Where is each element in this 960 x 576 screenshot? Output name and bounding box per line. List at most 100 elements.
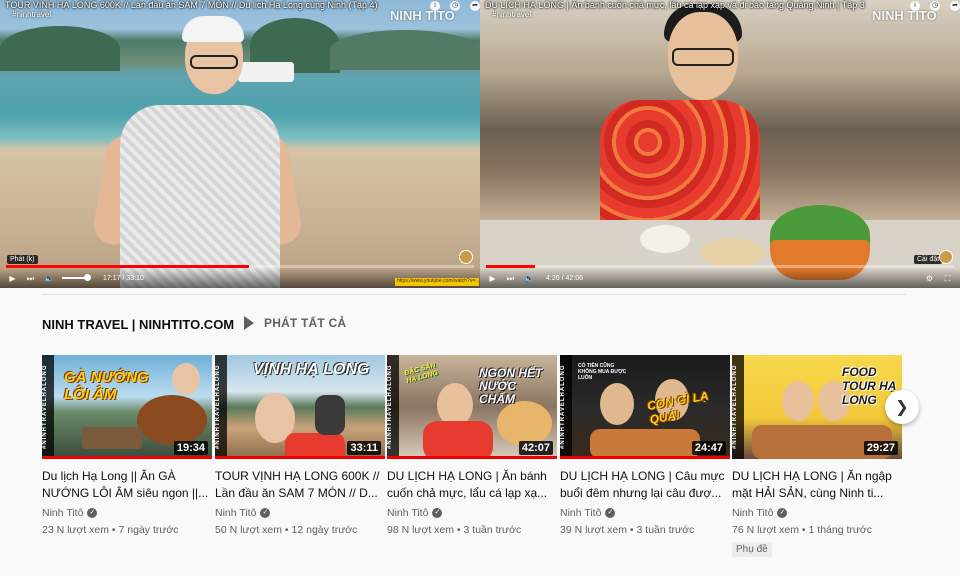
video-channel-tag[interactable]: #ninhtravel	[492, 10, 531, 19]
person-hat	[182, 16, 244, 42]
person	[315, 395, 345, 435]
boats	[82, 427, 142, 449]
video-channel[interactable]: Ninh Titô ✓	[215, 507, 385, 519]
video-title[interactable]: TOUR VỊNH HẠ LONG 600K // Lần đầu ăn SAM…	[215, 468, 385, 502]
verified-icon: ✓	[432, 508, 443, 518]
video-meta: 23 N lượt xem • 7 ngày trước	[42, 524, 179, 536]
play-all-button[interactable]: PHÁT TẤT CẢ	[244, 316, 346, 330]
channel-name[interactable]: Ninh Titô	[560, 507, 601, 519]
video-title[interactable]: Du lịch Hạ Long || Ăn GÀ NƯỚNG LÔI ÂM si…	[42, 468, 212, 502]
person-face	[600, 383, 634, 425]
share-icon[interactable]: ➦	[470, 1, 480, 11]
subtitle-badge: Phụ đề	[732, 542, 772, 557]
channel-name[interactable]: Ninh Titô	[732, 507, 773, 519]
share-icon[interactable]: ➦	[950, 1, 960, 11]
fullscreen-icon[interactable]: ⛶	[943, 274, 952, 283]
time-display: 4:26 / 42:06	[546, 274, 583, 282]
settings-icon[interactable]: ⚙	[925, 274, 934, 283]
video-duration: 24:47	[691, 441, 726, 455]
person-face	[782, 381, 814, 421]
person-shirt	[423, 421, 493, 459]
shelf-title[interactable]: NINH TRAVEL | NINHTITO.COM	[42, 317, 234, 332]
channel-avatar-icon[interactable]	[459, 250, 473, 264]
verified-icon: ✓	[87, 508, 98, 518]
thumbnail-headline: NGON HẾT NƯỚC CHẤM	[479, 366, 543, 406]
video-card[interactable]: FOOD TOUR HẠ LONG #NINHTRAVELHALONG 29:2…	[732, 355, 902, 557]
food-table	[590, 429, 700, 459]
player-top-actions: i ◷ ➦	[430, 1, 480, 11]
volume-icon[interactable]: 🔈	[44, 274, 54, 283]
video-title[interactable]: DU LỊCH HẠ LONG | Ăn bánh cuốn chả mực, …	[485, 0, 865, 10]
thumbnail-side-tag: #NINHTRAVELHALONG	[732, 355, 744, 459]
person-body	[120, 105, 280, 288]
video-thumbnail[interactable]: CON GÌ LẠ QUÁ! CÓ TIỀN CŨNG KHÔNG MUA ĐƯ…	[560, 355, 730, 459]
video-channel[interactable]: Ninh Titô ✓	[387, 507, 557, 519]
video-title[interactable]: DU LỊCH HẠ LONG | Ăn ngập mặt HẢI SẢN, c…	[732, 468, 902, 502]
channel-name[interactable]: Ninh Titô	[215, 507, 256, 519]
play-icon	[244, 316, 254, 330]
video-duration: 29:27	[863, 441, 898, 455]
info-icon[interactable]: i	[910, 1, 920, 11]
watched-progress	[215, 456, 385, 459]
video-player-right[interactable]: DU LỊCH HẠ LONG | Ăn bánh cuốn chả mực, …	[480, 0, 960, 288]
player-controls: ▶ ⏭ 🔈 4:26 / 42:06 ⚙ ⛶	[480, 268, 960, 288]
video-channel-tag[interactable]: #ninhtravel	[12, 10, 51, 19]
video-title[interactable]: DU LỊCH HẠ LONG | Ăn bánh cuốn chả mực, …	[387, 468, 557, 502]
video-meta: 50 N lượt xem • 12 ngày trước	[215, 524, 358, 536]
video-player-left[interactable]: TOUR VỊNH HẠ LONG 600K // Lần đầu ăn SAM…	[0, 0, 480, 288]
bowl	[640, 225, 690, 253]
channel-name[interactable]: Ninh Titô	[42, 507, 83, 519]
watched-progress	[560, 456, 730, 459]
volume-slider[interactable]	[62, 274, 91, 281]
video-channel[interactable]: Ninh Titô ✓	[732, 507, 902, 519]
scenery-mountain	[330, 30, 480, 70]
volume-icon[interactable]: 🔈	[524, 274, 534, 283]
url-overlay: https://www.youtube.com/watch?v=...	[395, 278, 479, 286]
thumbnail-side-tag: #NINHTRAVELHALONG	[387, 355, 399, 459]
video-meta: 98 N lượt xem • 3 tuần trước	[387, 524, 522, 536]
watched-progress	[42, 456, 212, 459]
verified-icon: ✓	[260, 508, 271, 518]
chevron-right-icon[interactable]: ❯	[885, 390, 919, 424]
watch-later-icon[interactable]: ◷	[930, 1, 940, 11]
video-channel[interactable]: Ninh Titô ✓	[560, 507, 730, 519]
video-meta: 76 N lượt xem • 1 tháng trước	[732, 524, 873, 536]
player-top-actions: i ◷ ➦	[910, 1, 960, 11]
video-duration: 33:11	[347, 441, 381, 455]
person-face	[172, 363, 200, 395]
food-plate	[700, 238, 765, 268]
video-title[interactable]: TOUR VỊNH HẠ LONG 600K // Lần đầu ăn SAM…	[5, 0, 378, 10]
settings-tooltip: Cài đặt	[914, 255, 943, 264]
scenery-mountain	[0, 26, 120, 71]
video-channel[interactable]: Ninh Titô ✓	[42, 507, 212, 519]
play-all-label: PHÁT TẤT CẢ	[264, 316, 347, 330]
channel-avatar-icon[interactable]	[939, 250, 953, 264]
video-card[interactable]: VỊNH HẠ LONG #NINHTRAVELHALONG 33:11 TOU…	[215, 355, 385, 536]
video-thumbnail[interactable]: GÀ NƯỚNG LÔI ÂM #NINHTRAVELHALONG 19:34	[42, 355, 212, 459]
play-icon[interactable]: ▶	[8, 274, 17, 283]
video-thumbnail[interactable]: VỊNH HẠ LONG #NINHTRAVELHALONG 33:11	[215, 355, 385, 459]
video-card[interactable]: GÀ NƯỚNG LÔI ÂM #NINHTRAVELHALONG 19:34 …	[42, 355, 212, 536]
verified-icon: ✓	[777, 508, 788, 518]
next-icon[interactable]: ⏭	[26, 274, 35, 283]
channel-name[interactable]: Ninh Titô	[387, 507, 428, 519]
video-thumbnail[interactable]: FOOD TOUR HẠ LONG #NINHTRAVELHALONG 29:2…	[732, 355, 902, 459]
thumbnail-side-tag: #NINHTRAVELHALONG	[42, 355, 54, 459]
thumbnail-subheadline: ĐẶC SẢN HẠ LONG	[403, 362, 439, 385]
info-icon[interactable]: i	[430, 1, 440, 11]
play-icon[interactable]: ▶	[488, 274, 497, 283]
playlist-shelf: NINH TRAVEL | NINHTITO.COM PHÁT TẤT CẢ G…	[0, 288, 960, 576]
verified-icon: ✓	[605, 508, 616, 518]
video-card[interactable]: NGON HẾT NƯỚC CHẤM ĐẶC SẢN HẠ LONG #NINH…	[387, 355, 557, 536]
video-thumbnail[interactable]: NGON HẾT NƯỚC CHẤM ĐẶC SẢN HẠ LONG #NINH…	[387, 355, 557, 459]
video-players: TOUR VỊNH HẠ LONG 600K // Lần đầu ăn SAM…	[0, 0, 960, 288]
watch-later-icon[interactable]: ◷	[450, 1, 460, 11]
thumbnail-side-tag: #NINHTRAVELHALONG	[215, 355, 227, 459]
boat	[238, 62, 294, 82]
video-card[interactable]: CON GÌ LẠ QUÁ! CÓ TIỀN CŨNG KHÔNG MUA ĐƯ…	[560, 355, 730, 536]
person-glasses	[672, 48, 734, 66]
next-icon[interactable]: ⏭	[506, 274, 515, 283]
video-duration: 19:34	[173, 441, 208, 455]
video-duration: 42:07	[518, 441, 553, 455]
video-title[interactable]: DU LỊCH HẠ LONG | Câu mực buổi đêm nhưng…	[560, 468, 730, 502]
